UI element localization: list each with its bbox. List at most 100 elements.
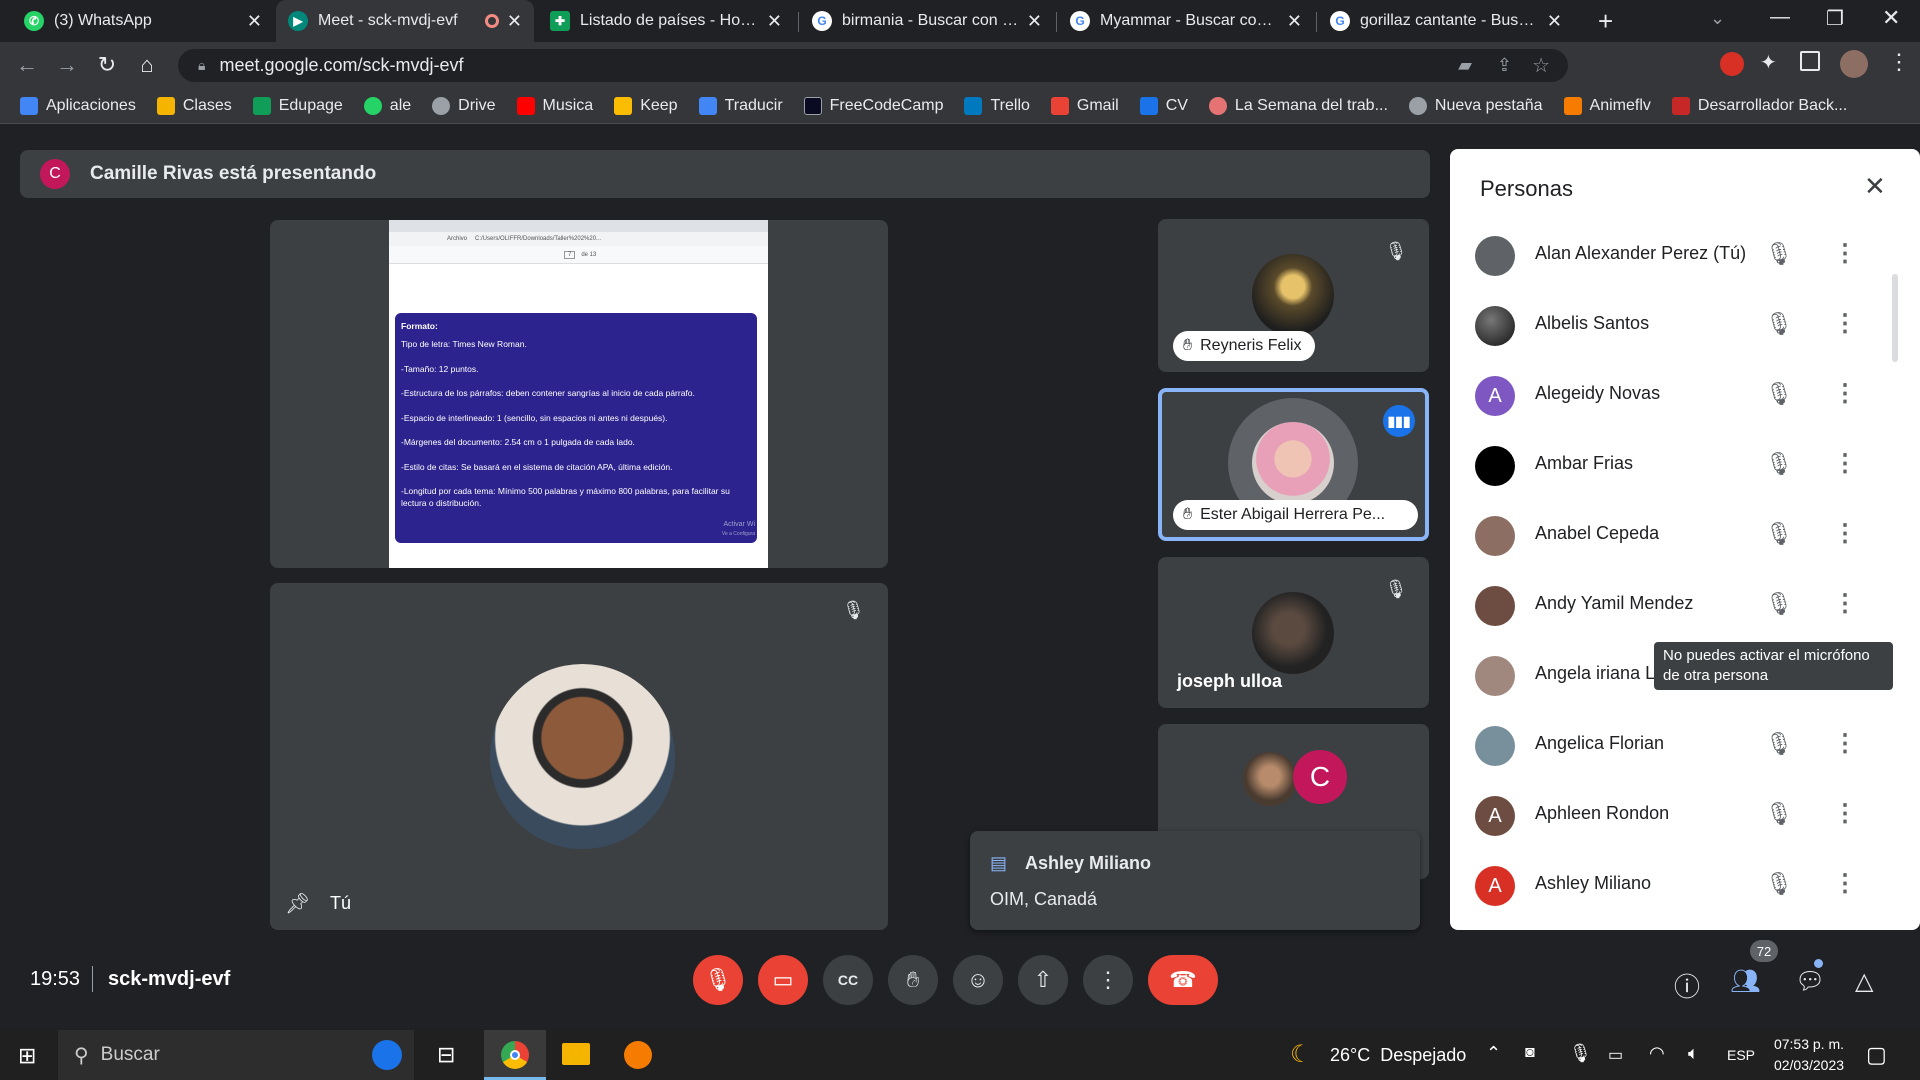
- camera-icon[interactable]: ◙: [1525, 1044, 1535, 1062]
- microphone-icon[interactable]: 🎙︎: [1569, 1043, 1592, 1064]
- tab-whatsapp[interactable]: ✆ (3) WhatsApp ✕: [12, 0, 274, 42]
- weather-text[interactable]: 26°C Despejado: [1330, 1045, 1466, 1066]
- extensions-icon[interactable]: ✦: [1760, 50, 1777, 75]
- close-window-button[interactable]: ✕: [1882, 5, 1900, 31]
- reactions-button[interactable]: ☺: [953, 955, 1003, 1005]
- sidepanel-icon[interactable]: [1800, 51, 1820, 71]
- tab-google-myammar[interactable]: G Myammar - Buscar con Goo ✕: [1058, 0, 1314, 42]
- participant-tile-speaking[interactable]: ▮▮▮ ✋︎ Ester Abigail Herrera Pe...: [1158, 388, 1429, 541]
- chevron-up-icon[interactable]: ⌃: [1486, 1043, 1501, 1064]
- taskbar-search[interactable]: ⚲ Buscar: [58, 1030, 414, 1080]
- leave-call-button[interactable]: ☎︎: [1148, 955, 1218, 1005]
- bookmark-item[interactable]: Traducir: [698, 96, 783, 115]
- camera-toggle-button[interactable]: ▭: [758, 955, 808, 1005]
- address-bar[interactable]: 🔒︎ meet.google.com/sck-mvdj-evf ▰ ⇪ ☆: [178, 49, 1568, 82]
- bookmark-item[interactable]: Trello: [964, 96, 1030, 115]
- bookmark-item[interactable]: Animeflv: [1563, 96, 1651, 115]
- windows-start-icon[interactable]: ⊞: [18, 1043, 36, 1069]
- bookmark-item[interactable]: Musica: [516, 96, 593, 115]
- file-explorer-icon[interactable]: [562, 1043, 590, 1065]
- wifi-icon[interactable]: ◠: [1649, 1043, 1665, 1064]
- clock-date[interactable]: 02/03/2023: [1772, 1057, 1846, 1073]
- camera-icon[interactable]: ▰: [1458, 55, 1472, 76]
- activities-icon[interactable]: △: [1855, 967, 1873, 996]
- more-options-icon[interactable]: ⋮: [1833, 449, 1857, 478]
- more-options-icon[interactable]: ⋮: [1833, 729, 1857, 758]
- volume-icon[interactable]: 🔈︎: [1688, 1043, 1699, 1064]
- more-options-icon[interactable]: ⋮: [1833, 309, 1857, 338]
- more-options-icon[interactable]: ⋮: [1833, 869, 1857, 898]
- more-options-icon[interactable]: ⋮: [1833, 589, 1857, 618]
- more-options-icon[interactable]: ⋮: [1833, 799, 1857, 828]
- people-icon[interactable]: 👥︎: [1730, 967, 1760, 996]
- bookmark-item[interactable]: Aplicaciones: [20, 96, 136, 115]
- bookmark-item[interactable]: La Semana del trab...: [1208, 96, 1388, 115]
- share-icon[interactable]: ⇪: [1497, 55, 1512, 76]
- participant-row[interactable]: Anabel Cepeda 🎙︎ ⋮: [1450, 499, 1910, 569]
- new-tab-button[interactable]: +: [1598, 6, 1613, 37]
- scrollbar[interactable]: [1892, 274, 1898, 362]
- profile-avatar[interactable]: [1840, 50, 1868, 78]
- menu-icon[interactable]: ⋮: [1888, 49, 1910, 75]
- bookmark-item[interactable]: FreeCodeCamp: [803, 96, 943, 115]
- bookmark-item[interactable]: Keep: [614, 96, 678, 115]
- close-icon[interactable]: ✕: [1547, 11, 1562, 32]
- tab-search-icon[interactable]: ⌄: [1710, 8, 1725, 29]
- bookmark-item[interactable]: Drive: [432, 96, 496, 115]
- present-button[interactable]: ⇧: [1018, 955, 1068, 1005]
- forward-button[interactable]: →: [52, 50, 82, 80]
- chat-icon[interactable]: 💬︎: [1795, 967, 1825, 996]
- clock-time[interactable]: 07:53 p. m.: [1772, 1036, 1846, 1052]
- tab-google-gorillaz[interactable]: G gorillaz cantante - Buscar c ✕: [1318, 0, 1574, 42]
- participant-row[interactable]: A Aphleen Rondon 🎙︎ ⋮: [1450, 779, 1910, 849]
- participant-row[interactable]: Ambar Frias 🎙︎ ⋮: [1450, 429, 1910, 499]
- star-icon[interactable]: ☆: [1532, 53, 1550, 78]
- mic-toggle-button[interactable]: 🎙︎: [693, 955, 743, 1005]
- participant-row[interactable]: Angelica Florian 🎙︎ ⋮: [1450, 709, 1910, 779]
- participant-row[interactable]: A Ashley Miliano 🎙︎ ⋮: [1450, 849, 1910, 919]
- task-view-icon[interactable]: ⊟: [437, 1042, 455, 1068]
- more-options-icon[interactable]: ⋮: [1833, 379, 1857, 408]
- close-icon[interactable]: ✕: [1027, 11, 1042, 32]
- captions-button[interactable]: CC: [823, 955, 873, 1005]
- bookmark-item[interactable]: Edupage: [252, 96, 343, 115]
- raise-hand-button[interactable]: ✋︎: [888, 955, 938, 1005]
- restore-button[interactable]: ❐: [1826, 6, 1844, 31]
- participant-tile[interactable]: 🎙︎ joseph ulloa: [1158, 557, 1429, 708]
- language-indicator[interactable]: ESP: [1727, 1047, 1755, 1063]
- close-icon[interactable]: ✕: [767, 11, 782, 32]
- reload-button[interactable]: ↻: [92, 50, 122, 80]
- bookmark-item[interactable]: Desarrollador Back...: [1671, 96, 1847, 115]
- info-icon[interactable]: ⓘ: [1674, 967, 1700, 1004]
- close-icon[interactable]: ✕: [1287, 11, 1302, 32]
- tab-google-birmania[interactable]: G birmania - Buscar con Goog ✕: [800, 0, 1054, 42]
- tab-meet[interactable]: ▶ Meet - sck-mvdj-evf ✕: [276, 0, 534, 42]
- close-panel-button[interactable]: ✕: [1864, 171, 1886, 202]
- close-icon[interactable]: ✕: [507, 11, 522, 32]
- participant-tile[interactable]: 🎙︎ ✋︎ Reyneris Felix: [1158, 219, 1429, 372]
- bookmark-item[interactable]: Clases: [156, 96, 232, 115]
- minimize-button[interactable]: —: [1770, 6, 1790, 29]
- more-options-icon[interactable]: ⋮: [1833, 519, 1857, 548]
- self-tile[interactable]: 🎙︎ 📌︎ Tú: [270, 583, 888, 930]
- app-icon[interactable]: [624, 1041, 652, 1069]
- participant-row[interactable]: Albelis Santos 🎙︎ ⋮: [1450, 289, 1910, 359]
- bookmark-item[interactable]: Nueva pestaña: [1408, 96, 1543, 115]
- participant-row[interactable]: Andy Yamil Mendez 🎙︎ ⋮: [1450, 569, 1910, 639]
- bookmark-item[interactable]: ale: [363, 96, 411, 115]
- back-button[interactable]: ←: [12, 50, 42, 80]
- more-options-icon[interactable]: ⋮: [1833, 239, 1857, 268]
- battery-icon[interactable]: ▭: [1608, 1045, 1623, 1065]
- chrome-taskbar-button[interactable]: [484, 1030, 546, 1080]
- bookmark-item[interactable]: Gmail: [1050, 96, 1119, 115]
- participant-row[interactable]: A Alegeidy Novas 🎙︎ ⋮: [1450, 359, 1910, 429]
- bookmark-item[interactable]: CV: [1139, 96, 1188, 115]
- pin-icon[interactable]: 📌︎: [285, 891, 310, 916]
- chat-notification[interactable]: ▤ Ashley Miliano OIM, Canadá: [970, 831, 1420, 930]
- close-icon[interactable]: ✕: [247, 11, 262, 32]
- extension-record-icon[interactable]: [1720, 52, 1744, 76]
- tab-sheets[interactable]: ✚ Listado de países - Hojas de ✕: [538, 0, 794, 42]
- participant-row[interactable]: Alan Alexander Perez (Tú) 🎙︎ ⋮: [1450, 219, 1910, 289]
- more-options-button[interactable]: ⋮: [1083, 955, 1133, 1005]
- notifications-icon[interactable]: ▢: [1866, 1042, 1887, 1068]
